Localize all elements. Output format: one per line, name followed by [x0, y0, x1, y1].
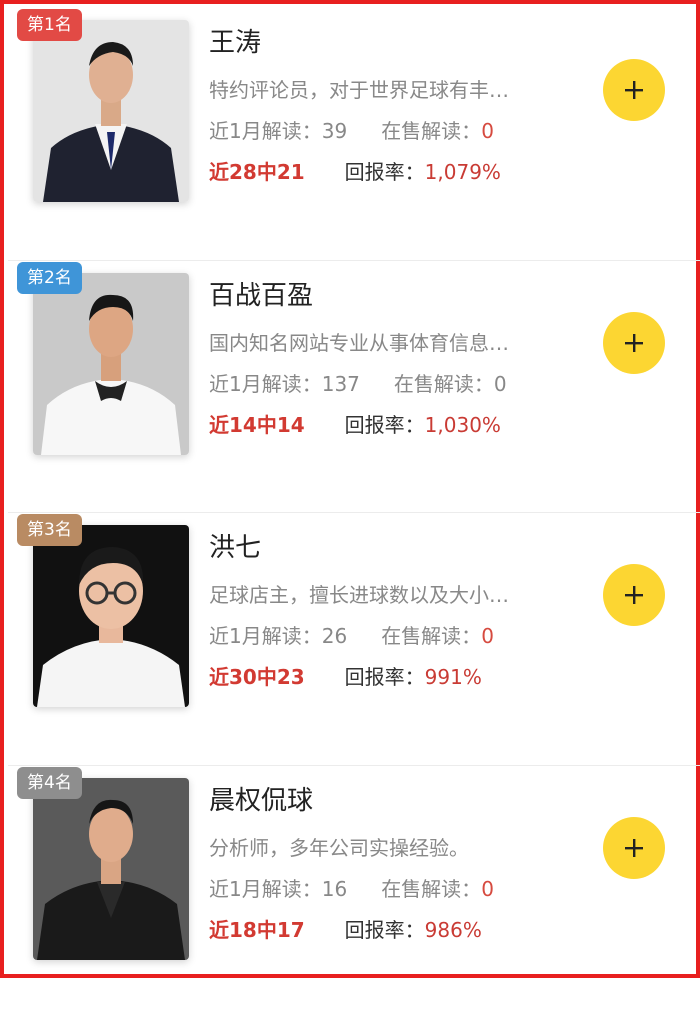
month-reads-label: 近1月解读： [209, 624, 322, 648]
expert-description: 国内知名网站专业从事体育信息… [209, 327, 569, 356]
plus-icon [623, 837, 645, 859]
on-sale-label: 在售解读： [394, 372, 494, 396]
expert-name: 百战百盈 [209, 275, 313, 312]
return-rate-label: 回报率： [345, 918, 425, 942]
on-sale-label: 在售解读： [381, 624, 481, 648]
on-sale-value: 0 [481, 877, 494, 901]
month-reads-value: 137 [322, 372, 360, 396]
on-sale-value: 0 [494, 372, 507, 396]
avatar[interactable] [33, 20, 189, 202]
performance-row: 近30中23 回报率：991% [209, 661, 482, 690]
return-rate-value: 1,030% [425, 413, 501, 437]
expert-card[interactable]: 第2名 百战百盈 国内知名网站专业从事体育信息… 近1月解读：137 在售解读：0… [8, 261, 700, 514]
on-sale-label: 在售解读： [381, 119, 481, 143]
stats-row: 近1月解读：39 在售解读：0 [209, 115, 494, 144]
month-reads-value: 39 [322, 119, 347, 143]
page-frame: 第1名 王涛 特约评论员，对于世界足球有丰… 近1月解读：39在售解读：0 近2… [0, 0, 700, 978]
rank-badge: 第1名 [17, 9, 82, 41]
expert-list: 第1名 王涛 特约评论员，对于世界足球有丰… 近1月解读：39在售解读：0 近2… [8, 8, 700, 1018]
month-reads-value: 16 [322, 877, 347, 901]
stats-row: 近1月解读：137 在售解读：0 [209, 368, 507, 397]
month-reads-value: 26 [322, 624, 347, 648]
return-rate-value: 1,079% [425, 160, 501, 184]
follow-button[interactable] [603, 59, 665, 121]
plus-icon [623, 584, 645, 606]
expert-name: 晨权侃球 [209, 780, 313, 817]
expert-description: 特约评论员，对于世界足球有丰… [209, 74, 569, 103]
return-rate-value: 991% [425, 665, 482, 689]
expert-card[interactable]: 第4名 晨权侃球 分析师，多年公司实操经验。 近1月解读：16 在售解读：0 近1… [8, 766, 700, 1018]
stats-row: 近1月解读：26 在售解读：0 [209, 620, 494, 649]
on-sale-value: 0 [481, 624, 494, 648]
performance-row: 近14中14 回报率：1,030% [209, 409, 501, 438]
hit-record: 近14中14 [209, 413, 305, 437]
expert-card[interactable]: 第3名 洪七 足球店主，擅长进球数以及大小… 近1月解读：26 在售解读：0 [8, 513, 700, 766]
return-rate-label: 回报率： [345, 413, 425, 437]
hit-record: 近30中23 [209, 665, 305, 689]
month-reads-label: 近1月解读： [209, 372, 322, 396]
plus-icon [623, 79, 645, 101]
month-reads-label: 近1月解读： [209, 877, 322, 901]
follow-button[interactable] [603, 564, 665, 626]
return-rate-label: 回报率： [345, 665, 425, 689]
plus-icon [623, 332, 645, 354]
expert-description: 分析师，多年公司实操经验。 [209, 832, 569, 861]
on-sale-value: 0 [481, 119, 494, 143]
return-rate-label: 回报率： [345, 160, 425, 184]
avatar[interactable] [33, 273, 189, 455]
stats-row: 近1月解读：16 在售解读：0 [209, 873, 494, 902]
avatar[interactable] [33, 525, 189, 707]
expert-name: 王涛 [209, 22, 261, 59]
hit-record: 近28中21 [209, 160, 305, 184]
month-reads-label: 近1月解读： [209, 119, 322, 143]
hit-record: 近18中17 [209, 918, 305, 942]
on-sale-label: 在售解读： [381, 877, 481, 901]
follow-button[interactable] [603, 312, 665, 374]
performance-row: 近28中21 回报率：1,079% [209, 156, 501, 185]
rank-badge: 第3名 [17, 514, 82, 546]
rank-badge: 第2名 [17, 262, 82, 294]
follow-button[interactable] [603, 817, 665, 879]
expert-description: 足球店主，擅长进球数以及大小… [209, 579, 569, 608]
return-rate-value: 986% [425, 918, 482, 942]
avatar[interactable] [33, 778, 189, 960]
expert-name: 洪七 [209, 527, 261, 564]
rank-badge: 第4名 [17, 767, 82, 799]
performance-row: 近18中17 回报率：986% [209, 914, 482, 943]
expert-card[interactable]: 第1名 王涛 特约评论员，对于世界足球有丰… 近1月解读：39 在售解读：0 近2… [8, 8, 700, 261]
